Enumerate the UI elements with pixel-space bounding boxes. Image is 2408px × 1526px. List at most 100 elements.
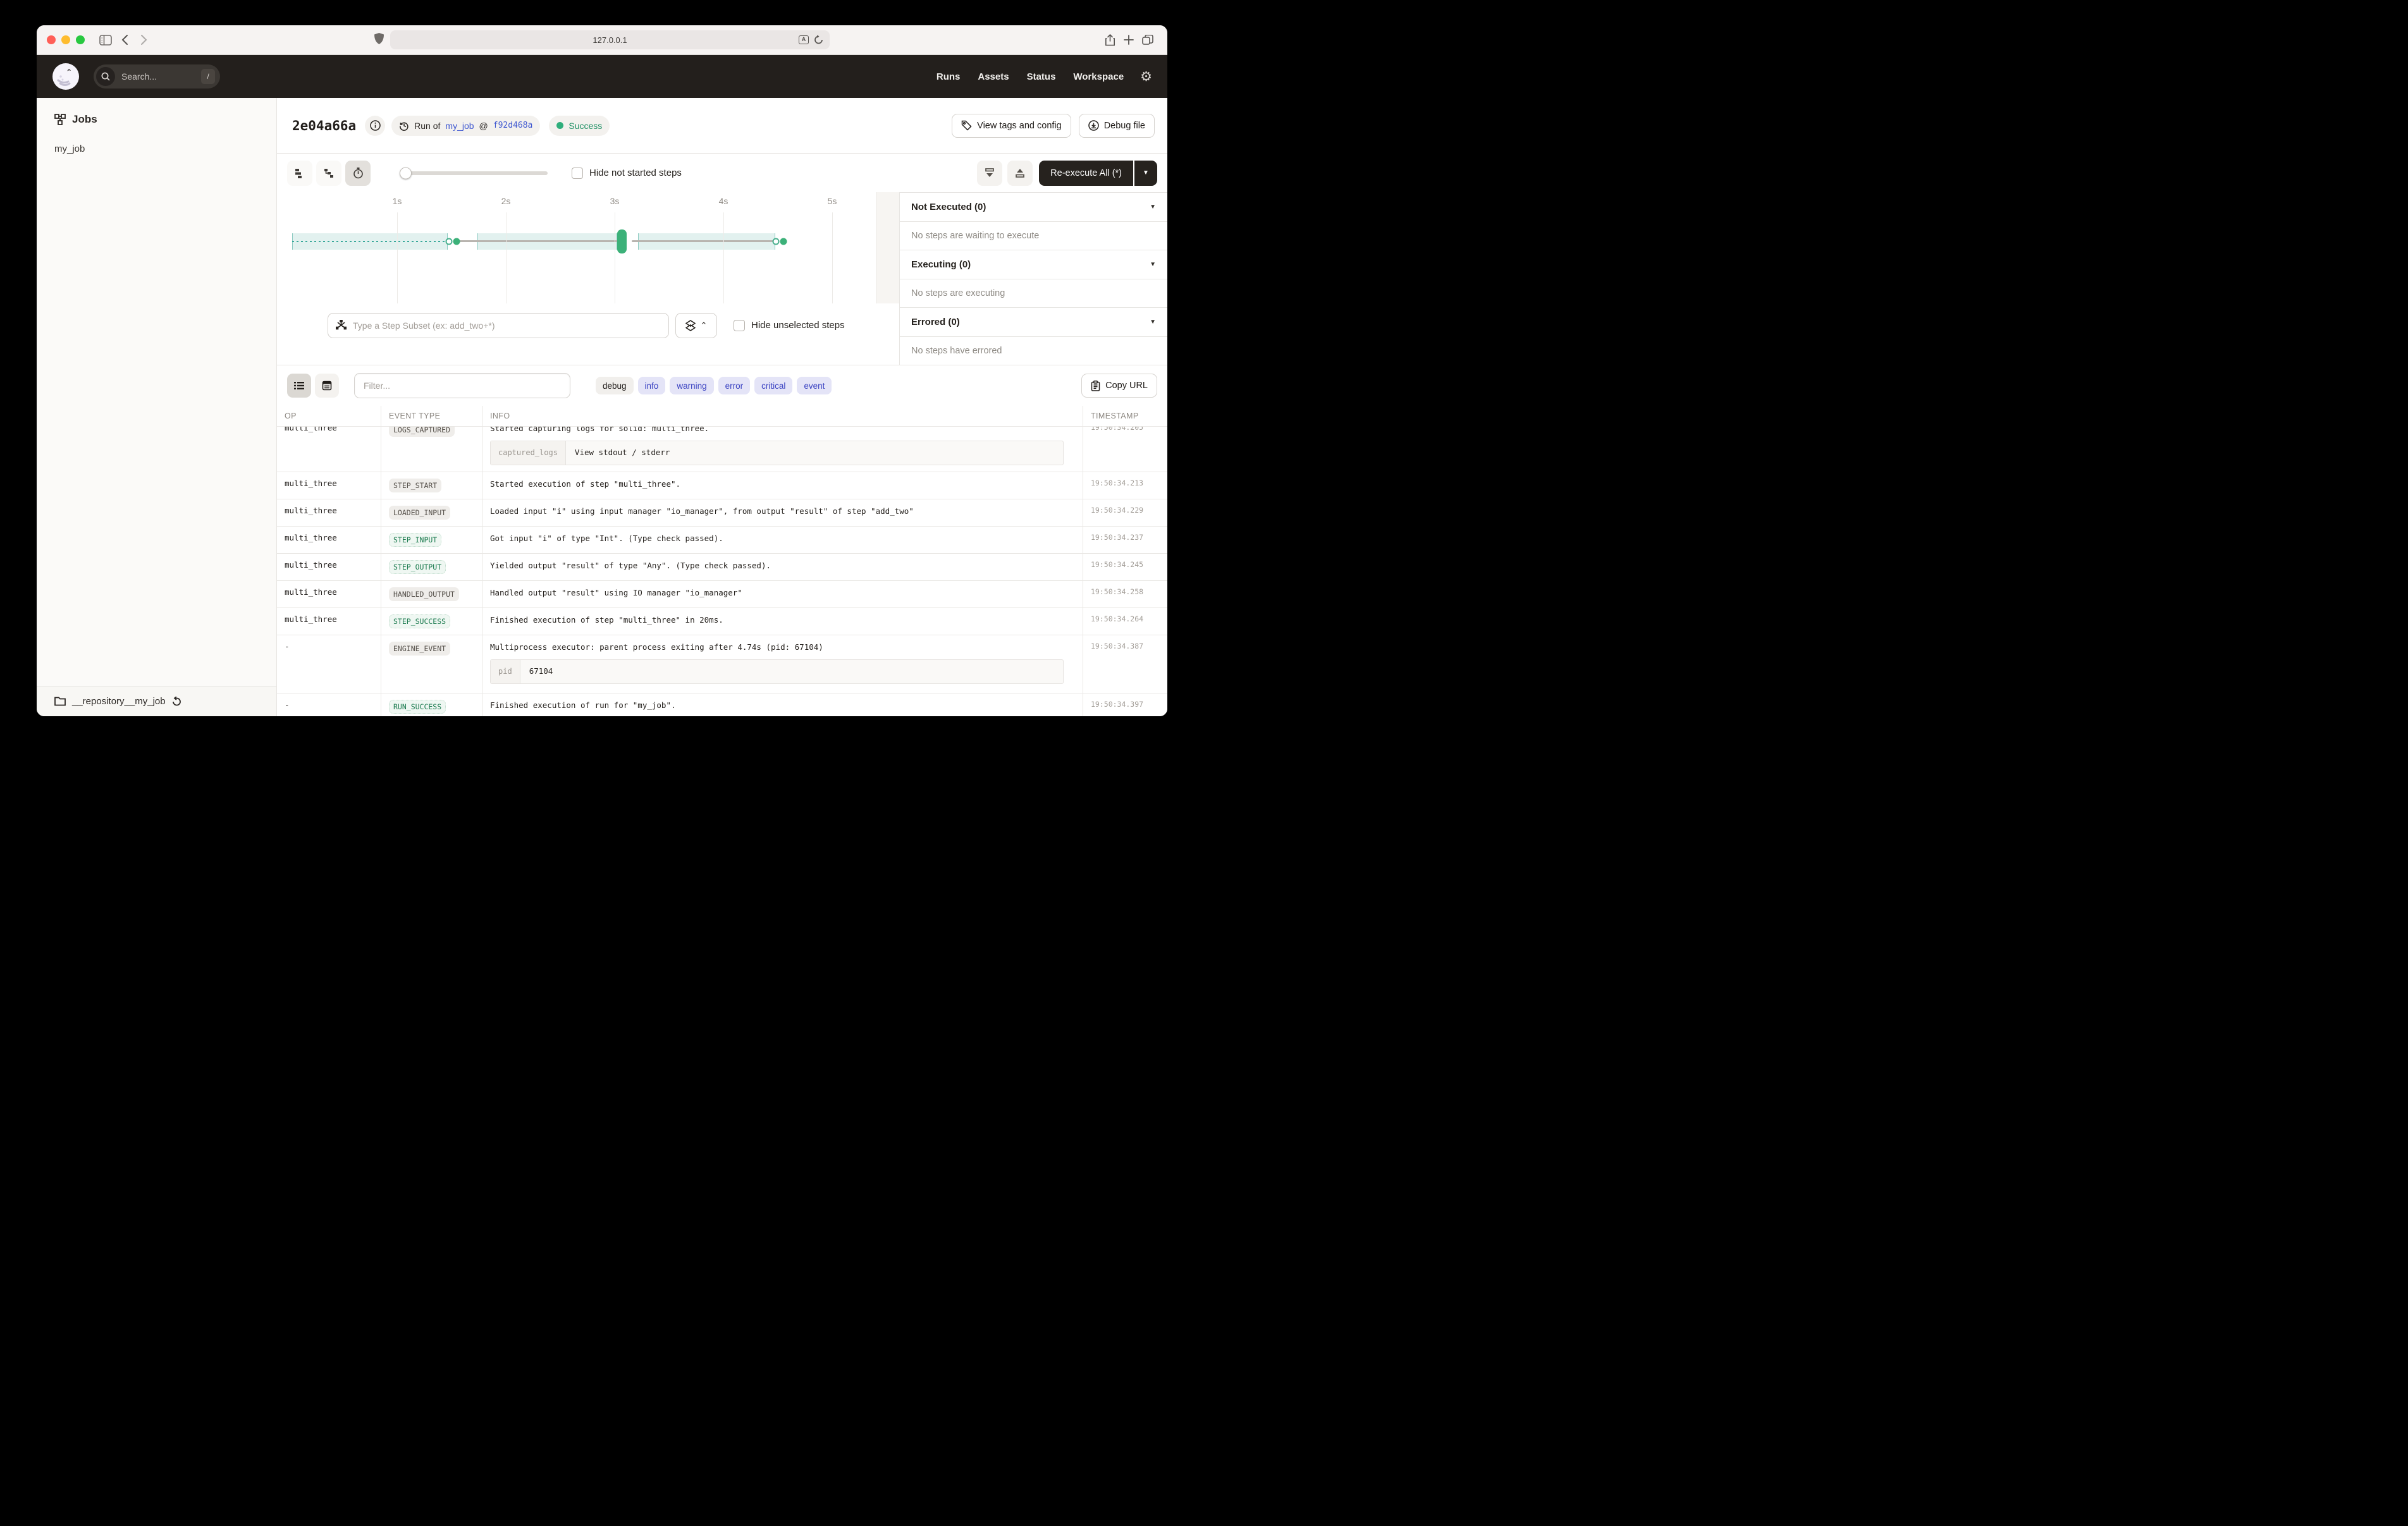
step-subset-placeholder: Type a Step Subset (ex: add_two+*) <box>353 320 495 331</box>
address-bar[interactable]: 127.0.0.1 A <box>390 30 830 49</box>
log-structured-view-button[interactable] <box>315 374 339 398</box>
timeline-overflow-region <box>876 192 899 303</box>
clipboard-icon <box>1091 381 1100 391</box>
log-table-row[interactable]: -RUN_SUCCESSFinished execution of run fo… <box>277 693 1167 717</box>
log-level-chip-info[interactable]: info <box>638 377 666 394</box>
reload-repository-icon[interactable] <box>172 697 181 707</box>
sidebar-item-my-job[interactable]: my_job <box>37 137 276 161</box>
debug-file-button[interactable]: Debug file <box>1079 114 1155 138</box>
log-filter-input[interactable]: Filter... <box>354 373 570 398</box>
log-table-row[interactable]: multi_threeLOGS_CAPTUREDStarted capturin… <box>277 427 1167 472</box>
axis-gridline <box>397 212 398 303</box>
panel-section-header[interactable]: Executing (0)▼ <box>900 250 1167 279</box>
zoom-window-button[interactable] <box>76 35 85 44</box>
tab-overview-icon[interactable] <box>1138 30 1157 49</box>
chevron-down-icon: ▼ <box>1150 319 1156 326</box>
log-table-row[interactable]: multi_threeSTEP_STARTStarted execution o… <box>277 472 1167 499</box>
log-table-row[interactable]: multi_threeSTEP_INPUTGot input "i" of ty… <box>277 527 1167 554</box>
graph-query-toggle-button[interactable]: ⌃ <box>675 313 717 338</box>
hide-unselected-checkbox-row[interactable]: Hide unselected steps <box>734 320 845 331</box>
log-timestamp-cell: 19:50:34.387 <box>1083 635 1167 693</box>
log-info-text: Finished execution of run for "my_job". <box>490 700 1075 712</box>
hide-not-started-checkbox[interactable] <box>572 168 583 179</box>
event-type-tag: LOGS_CAPTURED <box>389 427 455 437</box>
log-op-cell: multi_three <box>277 554 381 580</box>
download-debug-icon <box>1088 120 1099 131</box>
log-level-chip-critical[interactable]: critical <box>754 377 792 394</box>
back-button[interactable] <box>115 30 134 49</box>
snapshot-link[interactable]: f92d468a <box>493 121 533 130</box>
run-id: 2e04a66a <box>292 118 356 133</box>
share-icon[interactable] <box>1100 30 1119 49</box>
log-timestamp-cell: 19:50:34.264 <box>1083 608 1167 635</box>
axis-tick-label: 5s <box>828 196 837 206</box>
panel-section-title: Errored (0) <box>911 317 960 327</box>
close-window-button[interactable] <box>47 35 56 44</box>
hide-unselected-checkbox[interactable] <box>734 320 745 331</box>
reexecute-all-button[interactable]: Re-execute All (*) <box>1039 161 1133 186</box>
step-subset-input[interactable]: Type a Step Subset (ex: add_two+*) <box>328 313 669 338</box>
axis-gridline <box>832 212 833 303</box>
repository-footer[interactable]: __repository__my_job <box>37 686 276 716</box>
event-type-tag: RUN_SUCCESS <box>389 700 446 714</box>
log-info-text: Finished execution of step "multi_three"… <box>490 614 1075 626</box>
run-info-button[interactable] <box>365 116 385 136</box>
log-info-text: Loaded input "i" using input manager "io… <box>490 506 1075 518</box>
chevron-down-icon: ▼ <box>1150 204 1156 211</box>
view-tags-config-button[interactable]: View tags and config <box>952 114 1071 138</box>
settings-gear-icon[interactable]: ⚙ <box>1140 70 1152 83</box>
column-header: EVENT TYPE <box>381 406 482 426</box>
gantt-step-bar[interactable] <box>617 229 627 253</box>
log-info-cell: Loaded input "i" using input manager "io… <box>482 499 1083 526</box>
status-text: Success <box>568 121 602 131</box>
forward-button[interactable] <box>134 30 153 49</box>
jobs-section-header: Jobs <box>37 98 276 137</box>
log-table-row[interactable]: multi_threeSTEP_SUCCESSFinished executio… <box>277 608 1167 635</box>
run-status-badge[interactable]: Success <box>549 116 610 136</box>
nav-link-runs[interactable]: Runs <box>937 71 961 82</box>
sidebar-toggle-icon[interactable] <box>96 30 115 49</box>
gantt-zoom-slider[interactable] <box>401 171 548 175</box>
panel-section-header[interactable]: Not Executed (0)▼ <box>900 193 1167 222</box>
log-table-row[interactable]: multi_threeHANDLED_OUTPUTHandled output … <box>277 581 1167 608</box>
global-search[interactable]: Search... / <box>94 64 220 89</box>
log-timestamp-cell: 19:50:34.258 <box>1083 581 1167 607</box>
job-link[interactable]: my_job <box>445 121 474 131</box>
log-level-chip-warning[interactable]: warning <box>670 377 713 394</box>
log-table-row[interactable]: -ENGINE_EVENTMultiprocess executor: pare… <box>277 635 1167 693</box>
translate-icon[interactable]: A <box>799 35 809 44</box>
scroll-to-top-button[interactable] <box>1007 161 1033 186</box>
log-table-row[interactable]: multi_threeSTEP_OUTPUTYielded output "re… <box>277 554 1167 581</box>
reexecute-dropdown-button[interactable]: ▼ <box>1134 161 1157 186</box>
privacy-shield-icon[interactable] <box>374 33 384 47</box>
scroll-to-bottom-button[interactable] <box>977 161 1002 186</box>
op-selector-icon <box>336 320 347 331</box>
log-level-chip-debug[interactable]: debug <box>596 377 634 394</box>
nav-link-status[interactable]: Status <box>1027 71 1056 82</box>
new-tab-icon[interactable] <box>1119 30 1138 49</box>
event-type-tag: HANDLED_OUTPUT <box>389 587 459 601</box>
gantt-timed-view-button[interactable] <box>345 161 371 186</box>
log-event-type-cell: RUN_SUCCESS <box>381 693 482 717</box>
jobs-icon <box>54 114 66 125</box>
gantt-waterfall-view-button[interactable] <box>316 161 341 186</box>
panel-section-header[interactable]: Errored (0) ▼ <box>900 308 1167 337</box>
hide-not-started-checkbox-row[interactable]: Hide not started steps <box>572 168 682 179</box>
log-level-chip-error[interactable]: error <box>718 377 751 394</box>
log-info-cell: Started capturing logs for solid: multi_… <box>482 427 1083 472</box>
nav-link-assets[interactable]: Assets <box>978 71 1009 82</box>
log-table-row[interactable]: multi_threeLOADED_INPUTLoaded input "i" … <box>277 499 1167 527</box>
axis-tick-label: 3s <box>610 196 620 206</box>
gantt-timeline[interactable]: 1s2s3s4s5s <box>277 192 899 303</box>
dagster-logo[interactable] <box>52 63 80 90</box>
slider-knob[interactable] <box>400 167 412 179</box>
minimize-window-button[interactable] <box>61 35 70 44</box>
log-level-chip-event[interactable]: event <box>797 377 832 394</box>
layers-icon <box>685 320 696 331</box>
nav-link-workspace[interactable]: Workspace <box>1073 71 1124 82</box>
gantt-flat-view-button[interactable] <box>287 161 312 186</box>
metadata-value[interactable]: View stdout / stderr <box>566 441 679 465</box>
reload-icon[interactable] <box>814 35 823 45</box>
copy-url-button[interactable]: Copy URL <box>1081 374 1157 398</box>
log-list-view-button[interactable] <box>287 374 311 398</box>
